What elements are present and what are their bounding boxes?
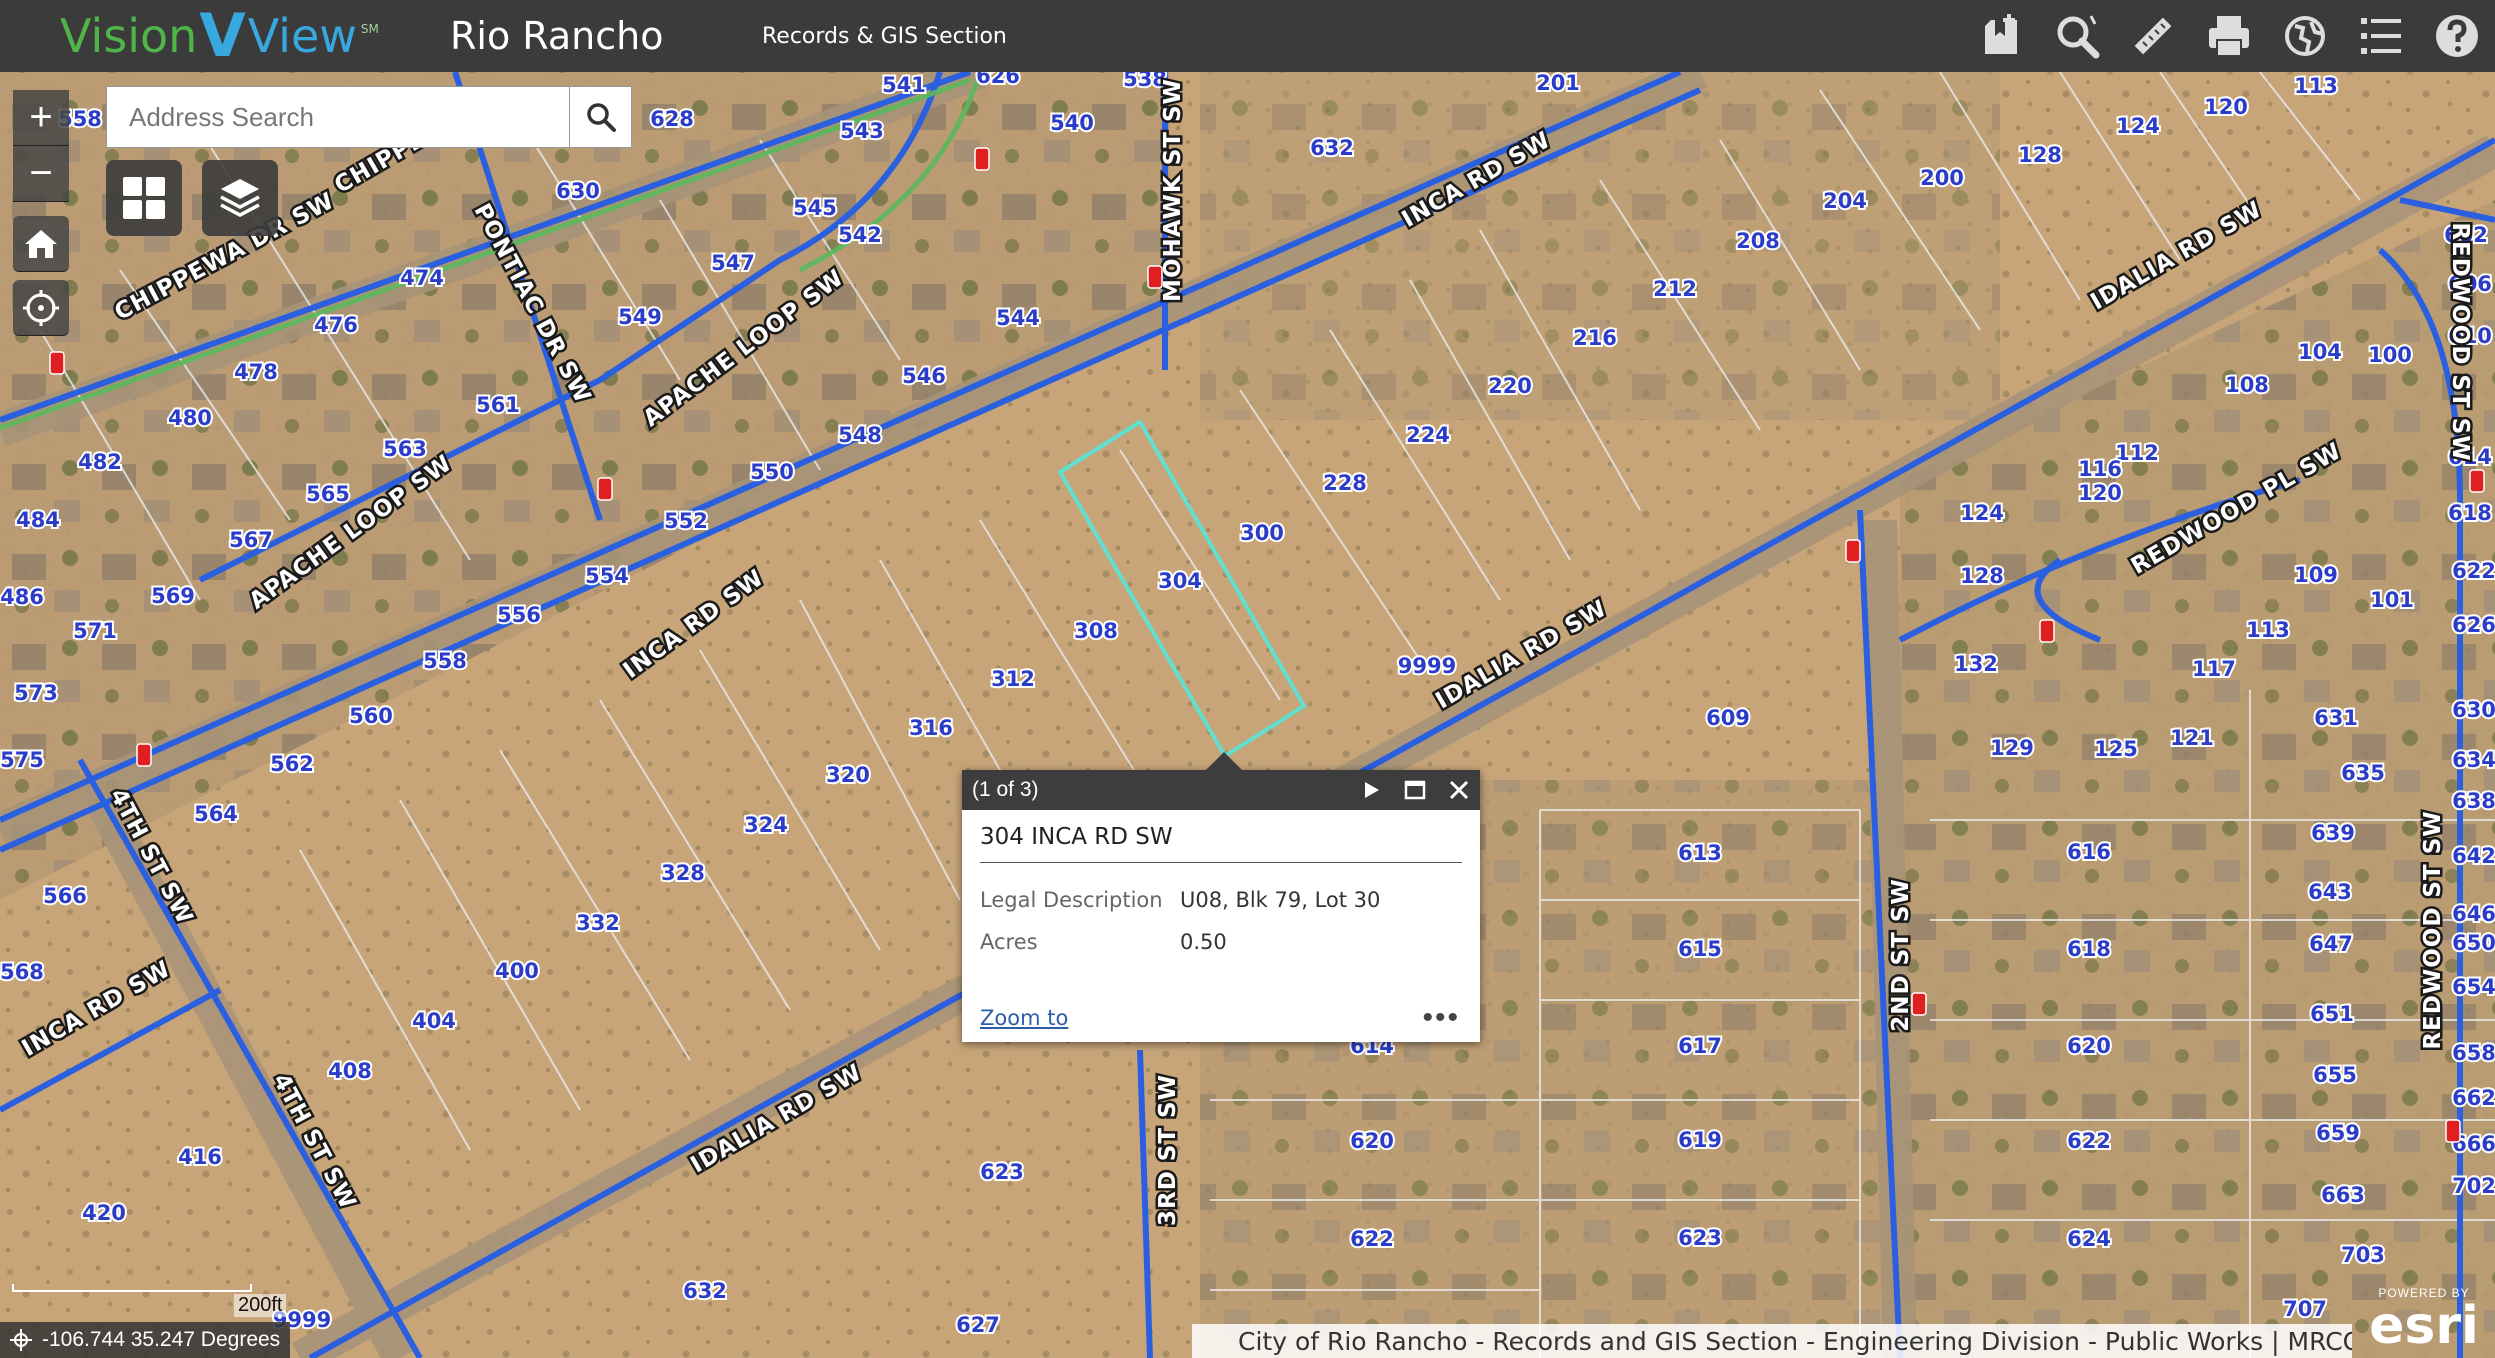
- basemap-gallery-icon: [2285, 16, 2325, 56]
- popup-body: 304 INCA RD SW Legal Description U08, Bl…: [962, 810, 1480, 963]
- attribute-value: 0.50: [1180, 930, 1227, 954]
- basemap-gallery-button[interactable]: [2277, 8, 2333, 64]
- app-title: Rio Rancho: [450, 14, 664, 58]
- coordinate-readout: -106.744 35.247 Degrees: [0, 1322, 291, 1358]
- popup-controls: [1356, 774, 1474, 806]
- scale-bar: 200ft: [12, 1282, 287, 1317]
- map-app: Vision V View SM Rio Rancho Records & GI…: [0, 0, 2495, 1358]
- home-button[interactable]: [13, 216, 69, 272]
- crosshair-icon: [10, 1329, 32, 1351]
- print-icon: [2209, 16, 2249, 57]
- zoom-out-button[interactable]: −: [13, 146, 69, 202]
- play-next-icon: [1365, 782, 1379, 798]
- maximize-icon: [1404, 780, 1426, 800]
- map-view[interactable]: 626 541 538 540 628 558 543 630 545 542 632 201 474 4…: [0, 72, 2495, 1358]
- attribute-key: Acres: [980, 930, 1038, 954]
- basemap-grid-button[interactable]: [106, 160, 182, 236]
- popup-counter: (1 of 3): [972, 778, 1039, 801]
- attribution-text: City of Rio Rancho - Records and GIS Sec…: [1192, 1324, 2352, 1358]
- search-tool-icon: [2057, 15, 2100, 59]
- grid-icon: [123, 177, 165, 219]
- scale-label: 200ft: [234, 1294, 287, 1317]
- locate-button[interactable]: [13, 280, 69, 336]
- attribute-row: Legal Description U08, Blk 79, Lot 30: [980, 879, 1462, 921]
- logo-part-vision: Vision: [60, 9, 198, 63]
- close-icon: [1449, 780, 1469, 800]
- header-toolbar: [1973, 8, 2485, 64]
- logo-service-mark: SM: [360, 22, 379, 36]
- locate-icon: [23, 289, 59, 326]
- measure-button[interactable]: [2125, 8, 2181, 64]
- popup-footer: Zoom to •••: [980, 1000, 1460, 1036]
- feature-popup: (1 of 3) 304 INCA RD SW Legal Descriptio…: [962, 770, 1480, 1042]
- attribute-value: U08, Blk 79, Lot 30: [1180, 888, 1381, 912]
- measure-icon: [2134, 17, 2172, 55]
- popup-title: 304 INCA RD SW: [980, 824, 1462, 863]
- app-header: Vision V View SM Rio Rancho Records & GI…: [0, 0, 2495, 72]
- popup-pointer: [1204, 752, 1244, 772]
- attribute-key: Legal Description: [980, 888, 1163, 912]
- address-search-input[interactable]: [106, 86, 570, 148]
- more-actions-button[interactable]: •••: [1422, 1003, 1460, 1033]
- scale-bar-line: [12, 1284, 252, 1292]
- address-search-button[interactable]: [570, 86, 632, 148]
- address-search: [106, 86, 632, 148]
- popup-next-button[interactable]: [1356, 774, 1386, 806]
- logo-part-v: V: [199, 1, 246, 71]
- popup-maximize-button[interactable]: [1400, 774, 1430, 806]
- vision-view-logo: Vision V View SM: [60, 1, 379, 71]
- bookmark-button[interactable]: [1973, 8, 2029, 64]
- help-button[interactable]: [2429, 8, 2485, 64]
- bookmark-add-icon: [1985, 14, 2017, 54]
- app-subtitle: Records & GIS Section: [762, 24, 1007, 49]
- print-button[interactable]: [2201, 8, 2257, 64]
- zoom-in-button[interactable]: +: [13, 90, 69, 146]
- map-nav-controls: + −: [13, 90, 69, 344]
- coordinate-text: -106.744 35.247 Degrees: [42, 1328, 281, 1351]
- popup-header: (1 of 3): [962, 770, 1480, 810]
- search-icon: [586, 103, 616, 132]
- attribute-row: Acres 0.50: [980, 921, 1462, 963]
- map-imagery: [0, 72, 2495, 1358]
- logo-part-view: View: [247, 9, 357, 63]
- esri-logo: POWERED BY esri: [2359, 1286, 2489, 1358]
- attribute-table: Legal Description U08, Blk 79, Lot 30 Ac…: [980, 879, 1462, 963]
- help-icon: [2436, 15, 2478, 57]
- layer-list-icon: [2361, 18, 2401, 54]
- esri-wordmark: esri: [2369, 1296, 2479, 1356]
- home-icon: [25, 229, 57, 258]
- layers-icon: [220, 179, 260, 217]
- zoom-to-link[interactable]: Zoom to: [980, 1006, 1068, 1030]
- layers-button[interactable]: [202, 160, 278, 236]
- popup-close-button[interactable]: [1444, 774, 1474, 806]
- layer-list-button[interactable]: [2353, 8, 2409, 64]
- search-tool-button[interactable]: [2049, 8, 2105, 64]
